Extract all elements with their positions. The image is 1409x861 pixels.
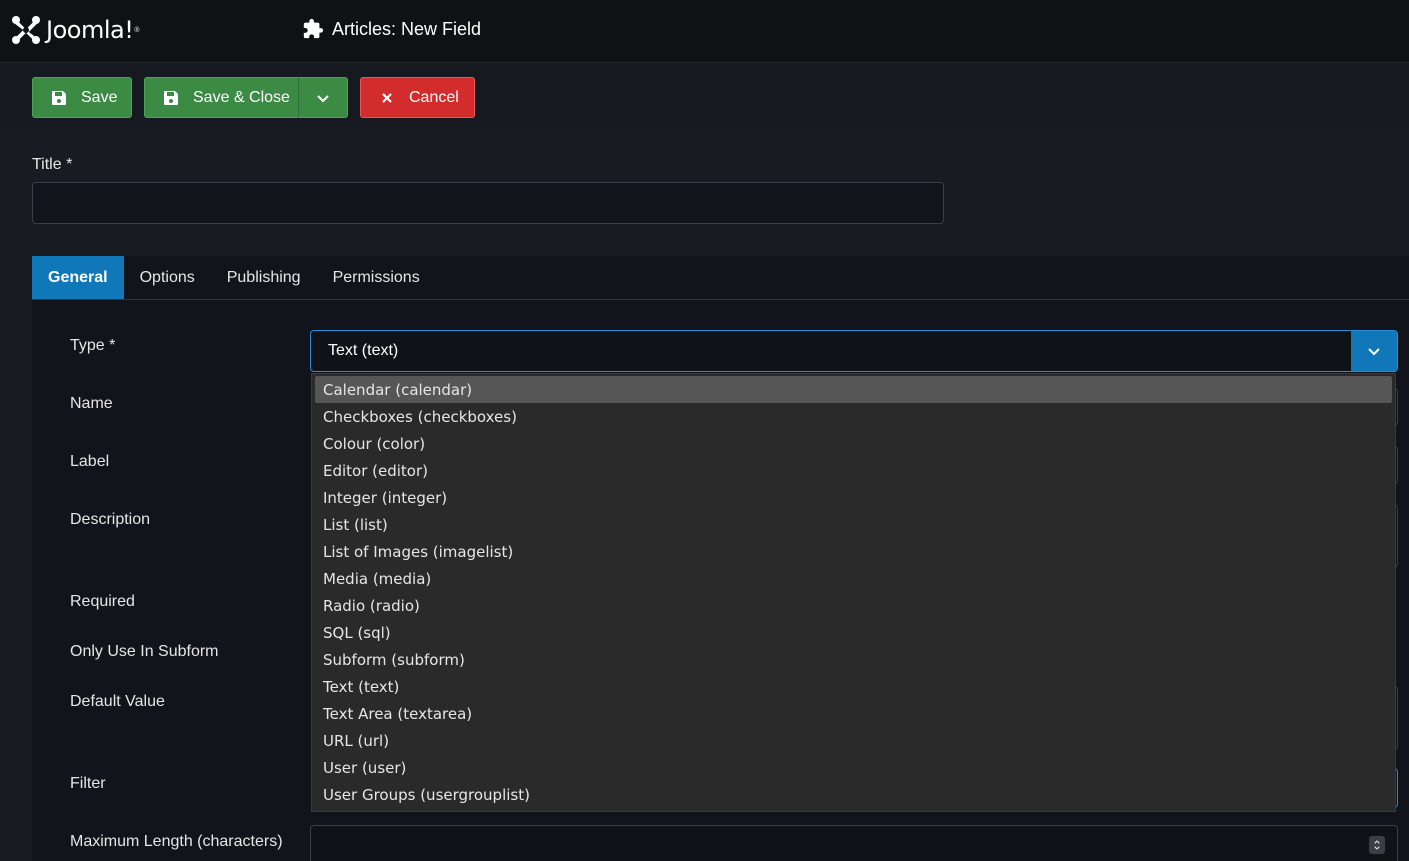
filter-label: Filter xyxy=(70,775,106,792)
max-length-input[interactable] xyxy=(310,825,1398,861)
type-option[interactable]: Integer (integer) xyxy=(315,484,1392,511)
type-option[interactable]: List of Images (imagelist) xyxy=(315,538,1392,565)
chevron-down-icon xyxy=(1368,348,1380,356)
type-option[interactable]: Radio (radio) xyxy=(315,592,1392,619)
type-select-toggle[interactable] xyxy=(1351,331,1397,371)
cancel-button-label: Cancel xyxy=(409,88,459,106)
page-title: Articles: New Field xyxy=(332,18,482,39)
toolbar: Save Save & Close Cancel xyxy=(0,64,1409,130)
floppy-disk-icon xyxy=(51,90,67,106)
type-option[interactable]: User Groups (usergrouplist) xyxy=(315,781,1392,808)
type-dropdown-list: Calendar (calendar) Checkboxes (checkbox… xyxy=(311,373,1396,812)
joomla-logo[interactable]: Joomla! ® xyxy=(10,12,140,48)
required-label: Required xyxy=(70,593,135,610)
type-option[interactable]: Text (text) xyxy=(315,673,1392,700)
title-label: Title * xyxy=(32,156,73,173)
top-header: Joomla! ® Articles: New Field xyxy=(0,0,1409,63)
tab-publishing[interactable]: Publishing xyxy=(211,256,317,299)
type-option[interactable]: URL (url) xyxy=(315,727,1392,754)
tab-general[interactable]: General xyxy=(32,256,124,299)
type-option[interactable]: Editor (editor) xyxy=(315,457,1392,484)
max-length-label: Maximum Length (characters) xyxy=(70,833,283,850)
type-select[interactable]: Text (text) xyxy=(310,330,1398,372)
type-option[interactable]: User (user) xyxy=(315,754,1392,781)
number-spinner[interactable] xyxy=(1369,836,1385,854)
registered-mark: ® xyxy=(134,26,140,34)
description-label: Description xyxy=(70,511,151,528)
type-option[interactable]: Media (media) xyxy=(315,565,1392,592)
default-value-label: Default Value xyxy=(70,693,165,710)
label-label: Label xyxy=(70,453,110,470)
close-icon xyxy=(379,90,395,106)
type-option[interactable]: List (list) xyxy=(315,511,1392,538)
save-button-label: Save xyxy=(81,88,118,106)
type-option[interactable]: Checkboxes (checkboxes) xyxy=(315,403,1392,430)
only-use-in-subform-label: Only Use In Subform xyxy=(70,643,219,660)
puzzle-piece-icon xyxy=(303,18,324,39)
tab-options[interactable]: Options xyxy=(124,256,211,299)
logo-text: Joomla! xyxy=(46,16,134,44)
chevron-down-icon xyxy=(317,94,329,102)
cancel-button[interactable]: Cancel xyxy=(360,77,475,118)
spinner-arrows-icon xyxy=(1374,840,1380,850)
tab-permissions[interactable]: Permissions xyxy=(317,256,436,299)
save-button[interactable]: Save xyxy=(32,77,132,118)
type-option[interactable]: Subform (subform) xyxy=(315,646,1392,673)
type-option[interactable]: Text Area (textarea) xyxy=(315,700,1392,727)
title-input[interactable] xyxy=(32,182,944,224)
tab-bar: General Options Publishing Permissions xyxy=(32,256,1409,300)
type-option[interactable]: Calendar (calendar) xyxy=(315,376,1392,403)
type-select-value: Text (text) xyxy=(328,342,399,359)
floppy-disk-icon xyxy=(163,90,179,106)
type-label: Type * xyxy=(70,337,116,354)
save-close-button-label: Save & Close xyxy=(193,88,290,106)
save-options-dropdown-button[interactable] xyxy=(298,77,348,118)
page-title-area: Articles: New Field xyxy=(302,18,481,40)
name-label: Name xyxy=(70,395,113,412)
type-option[interactable]: Colour (color) xyxy=(315,430,1392,457)
type-option[interactable]: SQL (sql) xyxy=(315,619,1392,646)
joomla-logo-icon xyxy=(12,16,40,44)
save-close-button[interactable]: Save & Close xyxy=(144,77,299,118)
